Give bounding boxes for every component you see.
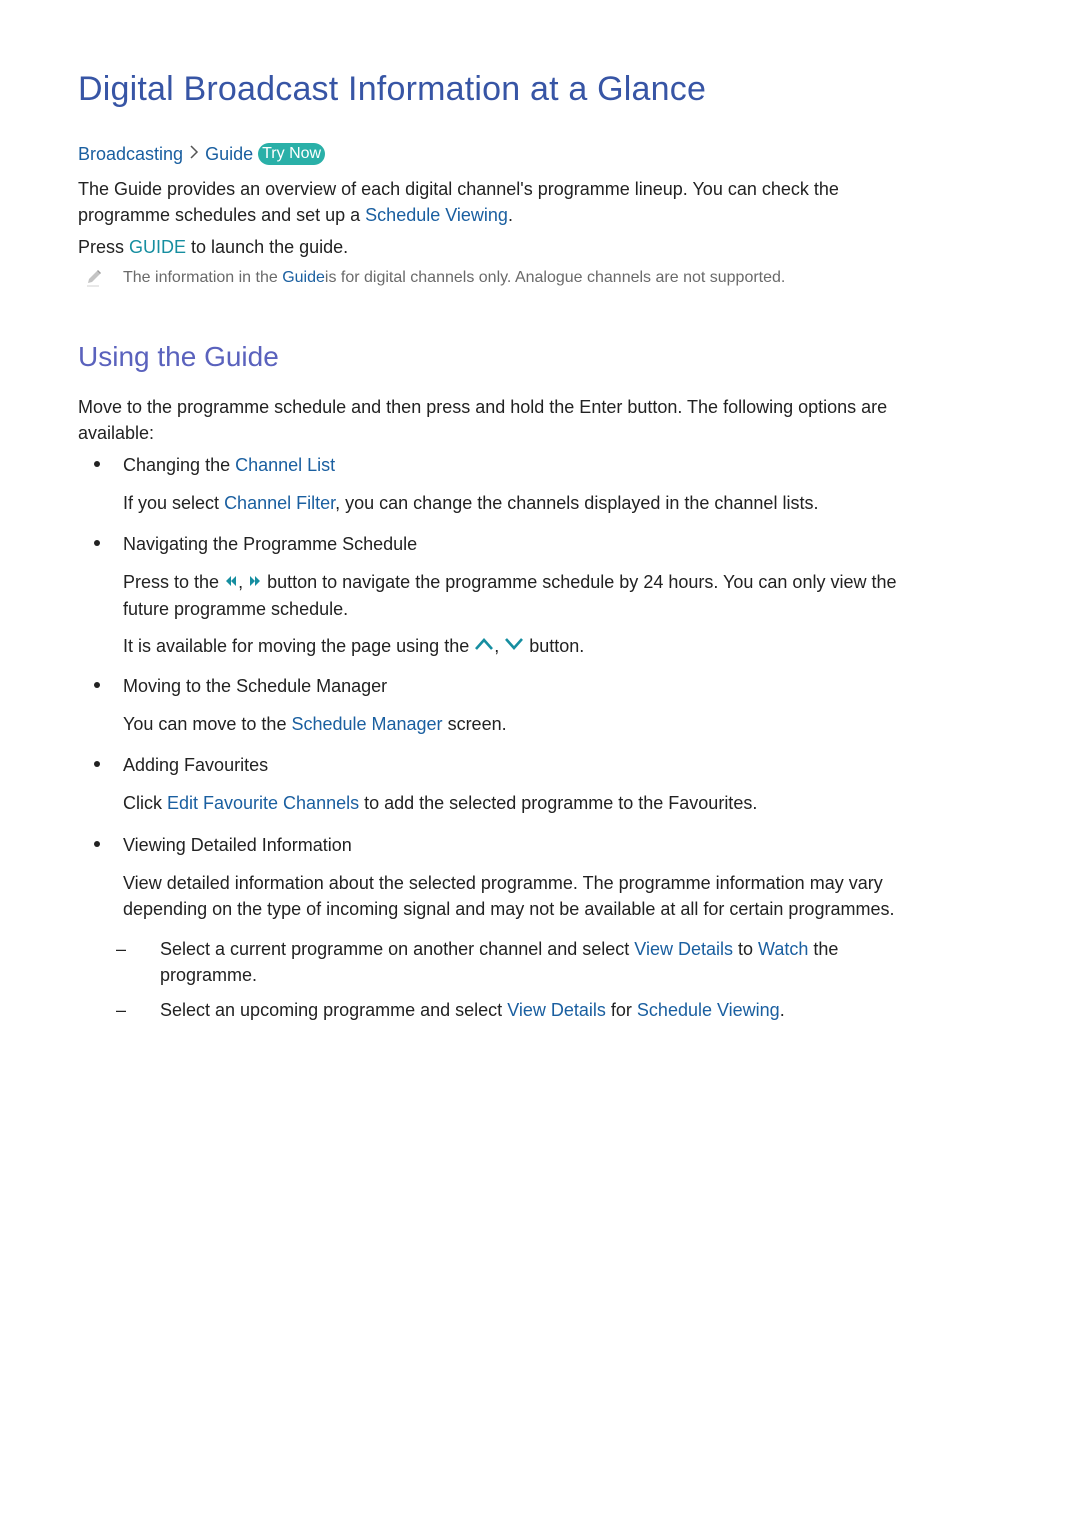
guide-link[interactable]: Guide [282, 269, 325, 287]
desc-text-post: screen. [442, 714, 507, 734]
rewind-icon [224, 568, 238, 594]
channel-filter-link[interactable]: Channel Filter [224, 493, 335, 513]
list-item: Changing the Channel List [78, 452, 335, 478]
desc-text-post: button to navigate the programme schedul… [262, 572, 897, 592]
item-description: If you select Channel Filter, you can ch… [123, 490, 818, 516]
intro-paragraph: The Guide provides an overview of each d… [78, 176, 839, 228]
note: The information in the Guide is for digi… [78, 268, 785, 288]
sub-text: Select an upcoming programme and select [160, 1000, 508, 1020]
desc-text: It is available for moving the page usin… [123, 636, 475, 656]
dash-icon: – [116, 1000, 127, 1020]
section-intro-line-1: Move to the programme schedule and then … [78, 397, 888, 417]
item-label: Adding Favourites [123, 755, 269, 775]
bullet-icon [94, 461, 100, 468]
list-item: Adding Favourites [78, 752, 268, 778]
item-description: Click Edit Favourite Channels to add the… [123, 790, 757, 816]
desc-line-2: depending on the type of incoming signal… [123, 899, 895, 919]
desc-text: Press to the [123, 572, 225, 592]
schedule-viewing-link[interactable]: Schedule Viewing [365, 205, 508, 225]
intro-line-1: The Guide provides an overview of each d… [78, 179, 839, 199]
desc-text: Click [123, 793, 167, 813]
bullet-icon [94, 841, 100, 848]
section-heading: Using the Guide [78, 341, 279, 372]
note-text: The information in the [123, 269, 278, 286]
list-item: Moving to the Schedule Manager [78, 673, 387, 699]
sub-text: Select a current programme on another ch… [160, 939, 635, 959]
try-now-button[interactable]: Try Now [258, 143, 326, 165]
comma: , [238, 572, 249, 592]
sub-text-post: the [808, 939, 839, 959]
desc-line-2: future programme schedule. [123, 599, 349, 620]
item-label: Changing the [123, 455, 236, 475]
item-description: Press to the , button to navigate the pr… [123, 569, 897, 622]
section-intro: Move to the programme schedule and then … [78, 394, 887, 446]
press-text-post: to launch the guide. [186, 237, 349, 257]
chevron-down-icon [504, 632, 524, 658]
watch-link[interactable]: Watch [758, 939, 808, 959]
desc-text-post: to add the selected programme to the Fav… [359, 793, 758, 813]
item-label: Navigating the Programme Schedule [123, 534, 418, 554]
guide-key: GUIDE [129, 237, 187, 257]
sub-list-item: – Select a current programme on another c… [115, 936, 838, 988]
press-guide-paragraph: Press GUIDE to launch the guide. [78, 234, 348, 260]
item-description: View detailed information about the sele… [123, 870, 894, 922]
sub-list-item: – Select an upcoming programme and select… [115, 997, 785, 1023]
bullet-icon [94, 682, 100, 689]
schedule-manager-link[interactable]: Schedule Manager [291, 714, 442, 734]
item-description: You can move to the Schedule Manager scr… [123, 711, 507, 737]
sub-text-post: . [779, 1000, 785, 1020]
item-label: Viewing Detailed Information [123, 835, 352, 855]
sub-text-line-2: programme. [160, 965, 258, 985]
desc-text-post: , you can change the channels displayed … [335, 493, 819, 513]
note-text-post: is for digital channels only. Analogue c… [324, 269, 786, 286]
sub-text-mid: for [605, 1000, 637, 1020]
desc-line-1: View detailed information about the sele… [123, 873, 883, 893]
list-item: Navigating the Programme Schedule [78, 531, 417, 557]
channel-list-link[interactable]: Channel List [235, 455, 335, 475]
bullet-icon [94, 540, 100, 547]
breadcrumb: Broadcasting Guide Try Now [78, 143, 326, 165]
sub-text-mid: to [733, 939, 759, 959]
desc-text-post: button. [524, 636, 585, 656]
edit-favourite-channels-link[interactable]: Edit Favourite Channels [167, 793, 359, 813]
fast-forward-icon [248, 568, 262, 594]
schedule-viewing-link[interactable]: Schedule Viewing [637, 1000, 780, 1020]
desc-text: If you select [123, 493, 225, 513]
breadcrumb-guide[interactable]: Guide [205, 144, 253, 165]
intro-line-2: programme schedules and set up a [78, 205, 366, 225]
pencil-icon [84, 268, 104, 288]
chevron-up-icon [474, 632, 494, 658]
bullet-icon [94, 761, 100, 768]
period: . [507, 205, 513, 225]
press-text: Press [78, 237, 130, 257]
dash-icon: – [116, 939, 127, 959]
view-details-link[interactable]: View Details [634, 939, 733, 959]
item-label: Moving to the Schedule Manager [123, 676, 388, 696]
comma: , [494, 636, 505, 656]
list-item: Viewing Detailed Information [78, 832, 352, 858]
view-details-link[interactable]: View Details [507, 1000, 606, 1020]
item-description: It is available for moving the page usin… [123, 633, 584, 660]
page-title: Digital Broadcast Information at a Glanc… [78, 70, 707, 108]
chevron-right-icon [189, 144, 199, 164]
breadcrumb-broadcasting[interactable]: Broadcasting [78, 144, 183, 165]
section-intro-line-2: available: [78, 423, 155, 443]
desc-text: You can move to the [123, 714, 292, 734]
